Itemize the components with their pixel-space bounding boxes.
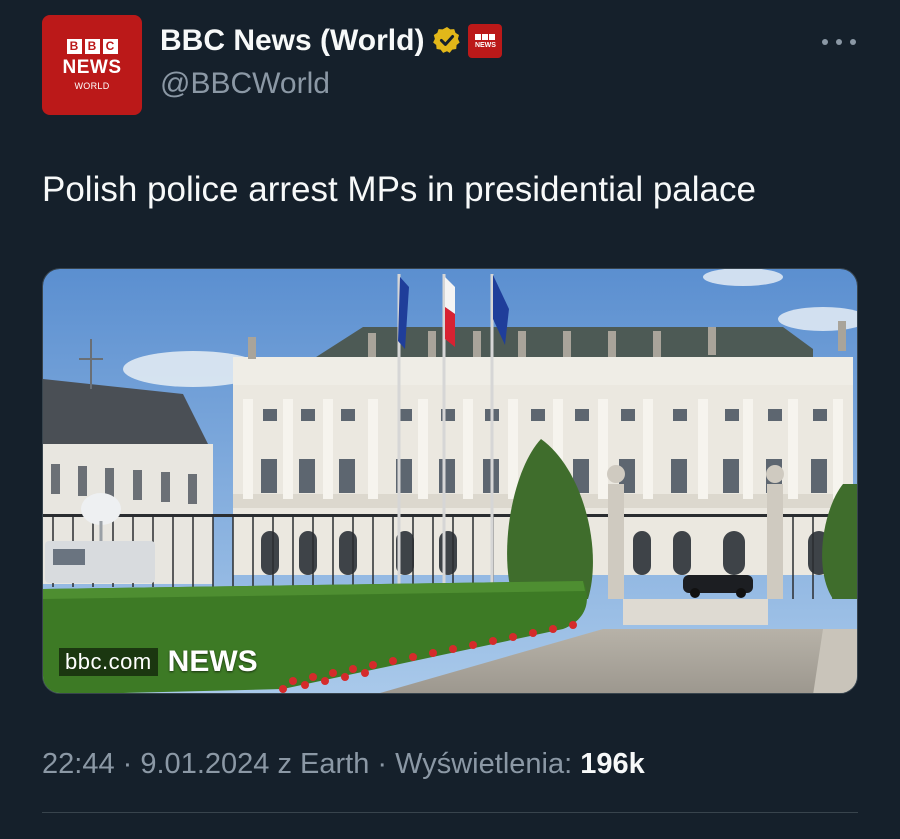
meta-separator: · [377, 748, 388, 780]
bbc-letter-b1: B [66, 39, 82, 54]
bbc-news-affiliate-icon[interactable]: NEWS [468, 24, 503, 58]
avatar[interactable]: B B C NEWS WORLD [42, 15, 142, 115]
avatar-world-label: WORLD [74, 81, 110, 91]
presidential-palace-photo [43, 269, 857, 693]
watermark-site: bbc.com [59, 648, 158, 676]
tweet-metadata: 22:44 · 9.01.2024 z Earth · Wyświetlenia… [42, 748, 645, 781]
bbc-logo-blocks: B B C [66, 39, 118, 54]
author-handle[interactable]: @BBCWorld [160, 67, 330, 101]
gold-verified-badge-icon[interactable] [431, 25, 463, 57]
tweet: B B C NEWS WORLD BBC News (World) NEWS @… [0, 0, 900, 839]
avatar-news-label: NEWS [62, 57, 122, 78]
author-name-row: BBC News (World) NEWS [160, 24, 503, 58]
views-count[interactable]: 196k [580, 748, 645, 780]
meta-separator: · [122, 748, 133, 780]
tweet-media-image[interactable]: bbc.com NEWS [42, 268, 858, 694]
tweet-date[interactable]: 9.01.2024 [140, 748, 269, 780]
divider [42, 812, 858, 813]
tweet-time[interactable]: 22:44 [42, 748, 115, 780]
views-label: Wyświetlenia: [395, 748, 573, 780]
affiliate-news-label: NEWS [474, 41, 496, 49]
watermark-news: NEWS [167, 645, 258, 678]
tweet-text: Polish police arrest MPs in presidential… [42, 170, 756, 209]
author-display-name[interactable]: BBC News (World) [160, 24, 424, 58]
tweet-source: z Earth [277, 748, 370, 780]
bbc-letter-c: C [102, 39, 118, 54]
more-options-icon[interactable] [822, 32, 856, 52]
bbc-letter-b2: B [84, 39, 100, 54]
bbc-watermark: bbc.com NEWS [59, 645, 258, 679]
